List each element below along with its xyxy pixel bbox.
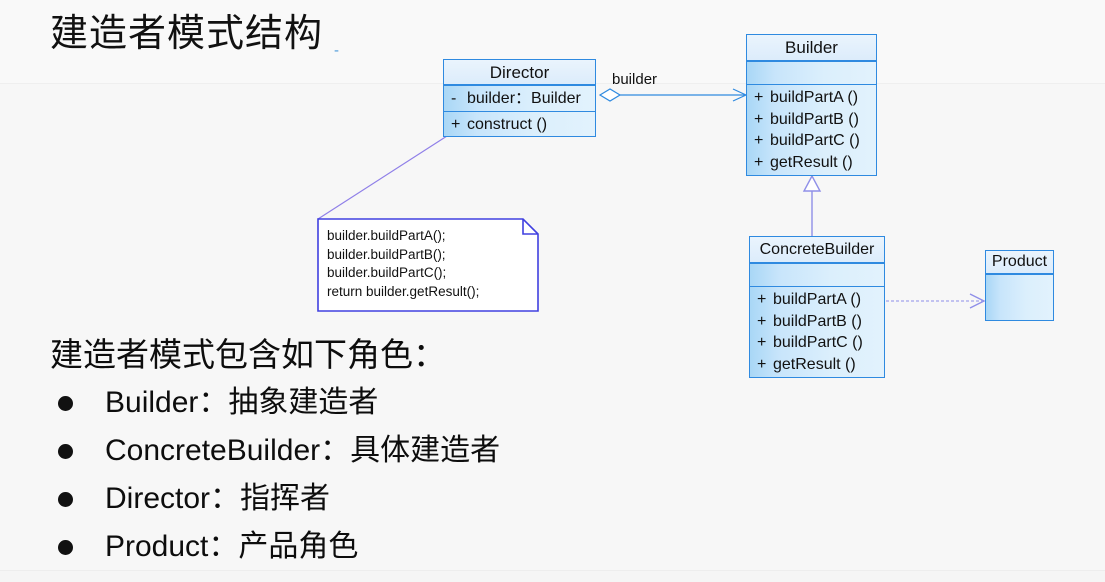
class-name-product: Product: [986, 251, 1053, 274]
visibility-marker: +: [757, 291, 767, 308]
visibility-marker: +: [754, 132, 764, 149]
uml-note-comment[interactable]: builder.buildPartA(); builder.buildPartB…: [317, 218, 539, 312]
class-name-concretebuilder: ConcreteBuilder: [750, 237, 884, 263]
visibility-marker: +: [757, 312, 767, 330]
operation-label: getResult (): [770, 153, 853, 171]
title-dash-mark: -: [334, 42, 339, 59]
attribute-row: - builder：Builder: [444, 86, 595, 111]
note-text: builder.buildPartA(); builder.buildPartB…: [327, 228, 480, 299]
operation-row: + buildPartC (): [747, 130, 876, 152]
bullet-icon: [58, 491, 73, 507]
bullet-icon: [58, 395, 73, 411]
uml-class-builder[interactable]: Builder + buildPartA () + buildPartB () + b…: [746, 34, 877, 176]
operation-row: + buildPartC (): [750, 332, 884, 354]
operation-row: + construct (): [444, 112, 595, 136]
bullet-icon: [58, 443, 73, 459]
attribute-label: builder：Builder: [467, 90, 581, 107]
operation-row: + buildPartA (): [747, 87, 876, 109]
operations-compartment-concretebuilder: + buildPartA () + buildPartB () + buildPart…: [750, 286, 884, 377]
list-item-builder: Builder：抽象建造者: [58, 385, 378, 421]
body-compartment-product: [986, 274, 1053, 320]
uml-class-product[interactable]: Product: [985, 250, 1054, 321]
operation-label: buildPartC (): [773, 334, 863, 351]
visibility-marker: -: [451, 90, 457, 107]
operation-row: + getResult (): [747, 152, 876, 174]
operation-row: + buildPartA (): [750, 289, 884, 311]
uml-class-director[interactable]: Director - builder：Builder + construct (): [443, 59, 596, 137]
operation-label: buildPartB (): [770, 110, 859, 128]
visibility-marker: +: [757, 334, 767, 351]
operation-row: + buildPartB (): [747, 109, 876, 131]
operation-label: buildPartA (): [773, 291, 862, 308]
uml-class-concretebuilder[interactable]: ConcreteBuilder + buildPartA () + buildPar…: [749, 236, 885, 378]
page-title: 建造者模式结构: [50, 13, 324, 55]
list-item-label: Director：指挥者: [105, 482, 331, 515]
visibility-marker: +: [757, 355, 767, 373]
association-label-builder: builder: [612, 71, 658, 88]
visibility-marker: +: [754, 110, 764, 128]
operation-row: + buildPartB (): [750, 311, 884, 333]
attributes-compartment-concretebuilder: [750, 263, 884, 286]
list-item-product: Product：产品角色: [58, 529, 358, 565]
attributes-compartment-director: - builder：Builder: [444, 85, 595, 111]
operation-label: buildPartB (): [773, 312, 862, 330]
class-name-director: Director: [444, 60, 595, 85]
list-item-label: Product：产品角色: [105, 530, 359, 563]
list-item-concretebuilder: ConcreteBuilder：具体建造者: [58, 433, 500, 469]
operation-label: getResult (): [773, 355, 856, 373]
attributes-compartment-builder: [747, 61, 876, 84]
visibility-marker: +: [754, 89, 764, 106]
list-item-label: ConcreteBuilder：具体建造者: [105, 434, 501, 467]
list-item-director: Director：指挥者: [58, 481, 330, 517]
operations-compartment-director: + construct (): [444, 111, 595, 136]
operation-label: buildPartA (): [770, 89, 859, 106]
visibility-marker: +: [754, 153, 764, 171]
class-name-builder: Builder: [747, 35, 876, 61]
operation-label: construct (): [467, 116, 548, 133]
operation-row: + getResult (): [750, 354, 884, 376]
operations-compartment-builder: + buildPartA () + buildPartB () + buildPart…: [747, 84, 876, 175]
list-item-label: Builder：抽象建造者: [105, 386, 379, 419]
operation-label: buildPartC (): [770, 132, 860, 149]
roles-heading: 建造者模式包含如下角色：: [50, 336, 446, 373]
visibility-marker: +: [451, 116, 461, 133]
bullet-icon: [58, 539, 73, 555]
background-divider-bottom: [0, 570, 1105, 571]
